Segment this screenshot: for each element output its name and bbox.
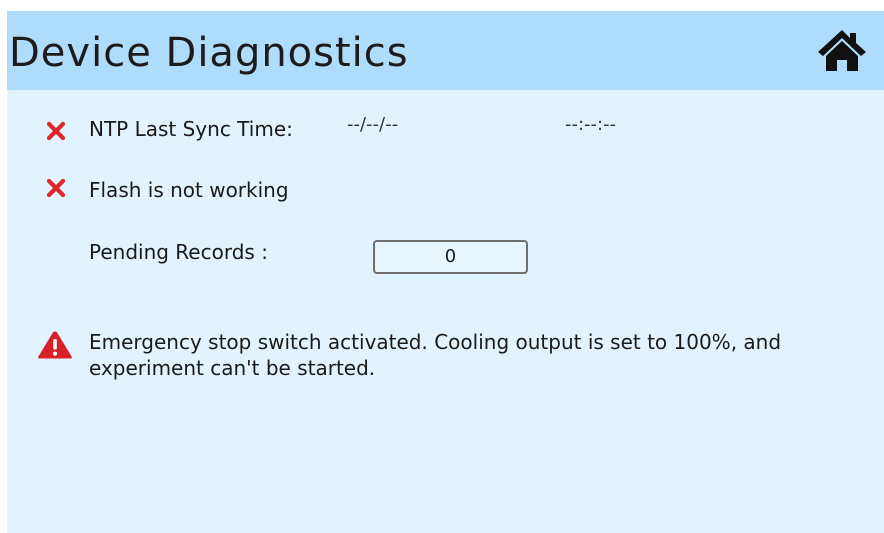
page-title: Device Diagnostics — [9, 30, 409, 76]
header-bar: Device Diagnostics — [7, 11, 884, 90]
warning-triangle-icon — [38, 331, 72, 359]
flash-status-label: Flash is not working — [89, 178, 289, 202]
flash-error-x-icon — [46, 178, 66, 198]
emergency-stop-message: Emergency stop switch activated. Cooling… — [89, 330, 782, 380]
ntp-error-x-icon — [46, 121, 66, 141]
home-button[interactable] — [815, 27, 869, 75]
home-icon — [818, 30, 866, 71]
pending-records-value: 0 — [373, 240, 528, 274]
pending-records-label: Pending Records : — [89, 240, 268, 264]
ntp-time-value: --:--:-- — [565, 114, 617, 135]
ntp-date-value: --/--/-- — [347, 114, 399, 135]
diagnostics-screen: Device Diagnostics NTP Last Sync Time: -… — [7, 11, 884, 533]
ntp-label: NTP Last Sync Time: — [89, 117, 293, 141]
